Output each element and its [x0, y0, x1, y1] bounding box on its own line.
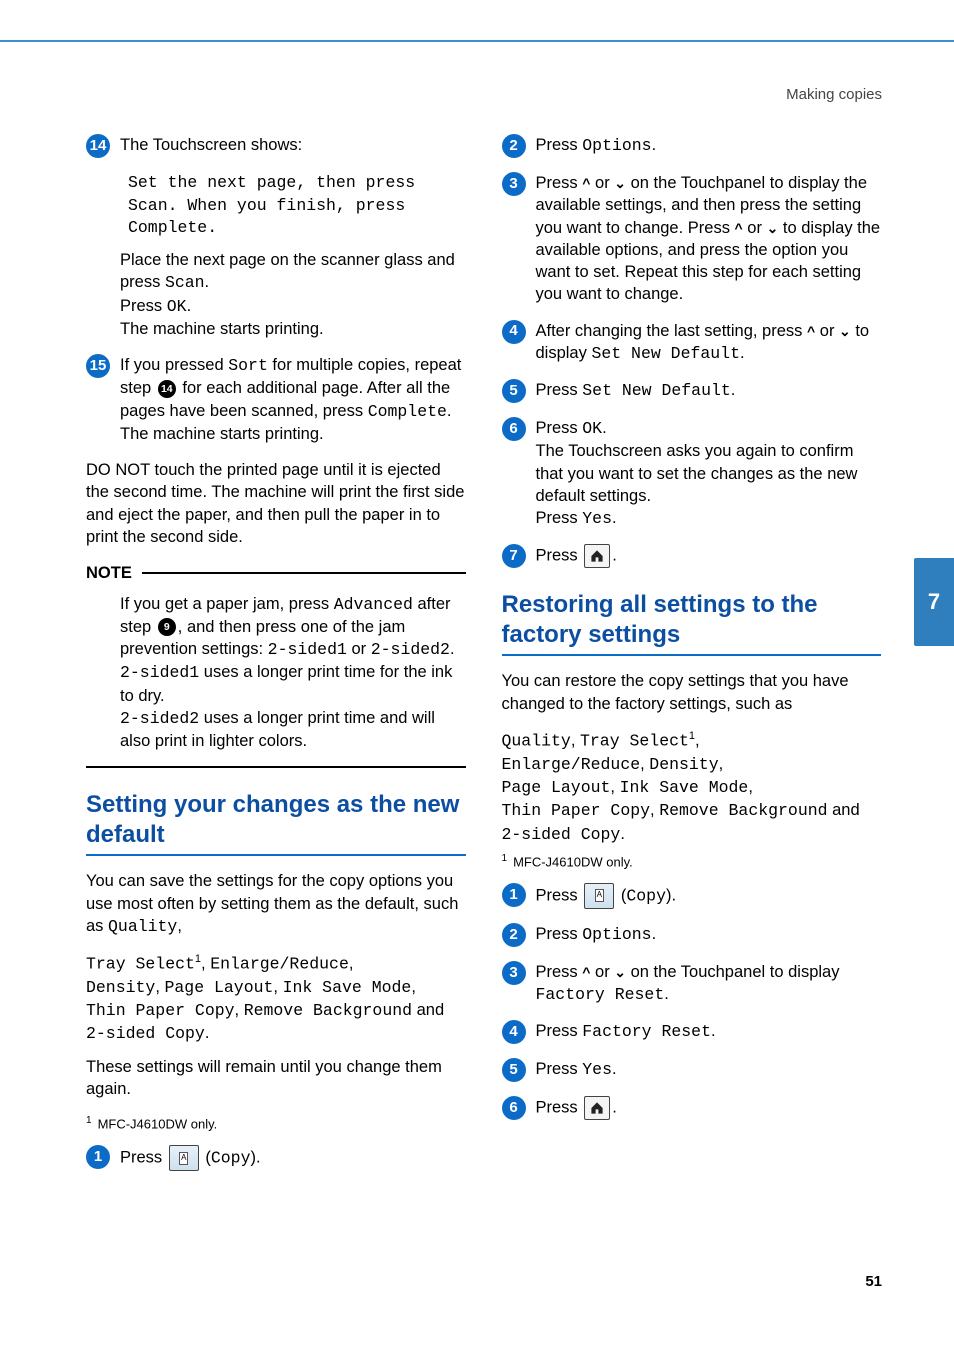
ref-badge-9: 9: [158, 618, 176, 636]
step-badge-5: 5: [502, 1058, 526, 1082]
chevron-down-icon: ⌄: [614, 964, 626, 980]
right-step-4: 4 After changing the last setting, press…: [502, 320, 882, 366]
step-badge-2: 2: [502, 134, 526, 158]
restoring-intro: You can restore the copy settings that y…: [502, 670, 882, 715]
note-body: If you get a paper jam, press Advanced a…: [120, 593, 466, 753]
step-badge-2: 2: [502, 923, 526, 947]
left-column: 14 The Touchscreen shows: Set the next p…: [86, 130, 466, 1185]
setting-default-options: Tray Select1, Enlarge/Reduce, Density, P…: [86, 952, 466, 1046]
restore-step-5: 5 Press Yes.: [502, 1058, 882, 1082]
home-icon: [584, 544, 610, 568]
step-badge-6: 6: [502, 417, 526, 441]
chevron-down-icon: ⌄: [614, 175, 626, 191]
step-badge-7: 7: [502, 544, 526, 568]
ref-badge-14: 14: [158, 380, 176, 398]
note-label: NOTE: [86, 562, 132, 584]
step14-p2: Press OK.: [120, 295, 466, 318]
note-rule: [142, 572, 466, 574]
restore-step-2: 2 Press Options.: [502, 923, 882, 947]
copy-icon: A: [584, 883, 614, 909]
restore-step-3: 3 Press ^ or ⌄ on the Touchpanel to disp…: [502, 961, 882, 1007]
home-icon: [584, 1096, 610, 1120]
chapter-tab: 7: [914, 558, 954, 646]
left-step-1: 1 Press A (Copy).: [86, 1145, 466, 1171]
right-step-6: 6 Press OK. The Touchscreen asks you aga…: [502, 417, 882, 530]
step15-p1: If you pressed Sort for multiple copies,…: [120, 354, 466, 423]
note-end-rule: [86, 766, 466, 768]
note-heading: NOTE: [86, 562, 466, 584]
restore-step-6: 6 Press .: [502, 1096, 882, 1120]
right-step-7: 7 Press .: [502, 544, 882, 568]
restoring-options: Quality, Tray Select1, Enlarge/Reduce, D…: [502, 729, 882, 846]
step-badge-5: 5: [502, 379, 526, 403]
chevron-down-icon: ⌄: [839, 323, 851, 339]
heading-restoring-factory: Restoring all settings to the factory se…: [502, 590, 882, 656]
step14-p1: Place the next page on the scanner glass…: [120, 249, 466, 295]
heading-setting-default: Setting your changes as the new default: [86, 790, 466, 856]
chevron-down-icon: ⌄: [767, 220, 779, 236]
page-number: 51: [865, 1272, 882, 1292]
step14-lead: The Touchscreen shows:: [120, 134, 466, 156]
step-badge-4: 4: [502, 1020, 526, 1044]
copy-icon: A: [169, 1145, 199, 1171]
right-step-2: 2 Press Options.: [502, 134, 882, 158]
touchscreen-message: Set the next page, then press Scan. When…: [128, 172, 466, 239]
step15-p2: The machine starts printing.: [120, 423, 466, 445]
step-badge-1: 1: [86, 1145, 110, 1169]
right-step-5: 5 Press Set New Default.: [502, 379, 882, 403]
chevron-up-icon: ^: [735, 220, 743, 236]
page-top-rule: [0, 40, 954, 42]
step-badge-3: 3: [502, 172, 526, 196]
breadcrumb: Making copies: [786, 85, 882, 105]
chevron-up-icon: ^: [807, 323, 815, 339]
footnote-1-left: 1MFC-J4610DW only.: [86, 1114, 466, 1133]
do-not-touch-paragraph: DO NOT touch the printed page until it i…: [86, 459, 466, 548]
step-badge-14: 14: [86, 134, 110, 158]
step-15: 15 If you pressed Sort for multiple copi…: [86, 354, 466, 445]
step-badge-3: 3: [502, 961, 526, 985]
step-badge-4: 4: [502, 320, 526, 344]
step-badge-15: 15: [86, 354, 110, 378]
footnote-1-right: 1MFC-J4610DW only.: [502, 852, 882, 871]
setting-default-intro: You can save the settings for the copy o…: [86, 870, 466, 938]
restore-step-1: 1 Press A (Copy).: [502, 883, 882, 909]
setting-default-remain: These settings will remain until you cha…: [86, 1056, 466, 1101]
step-14: 14 The Touchscreen shows: Set the next p…: [86, 134, 466, 340]
right-column: 2 Press Options. 3 Press ^ or ⌄ on the T…: [502, 130, 882, 1185]
restore-step-4: 4 Press Factory Reset.: [502, 1020, 882, 1044]
right-step-3: 3 Press ^ or ⌄ on the Touchpanel to disp…: [502, 172, 882, 306]
step14-p3: The machine starts printing.: [120, 318, 466, 340]
step-badge-1: 1: [502, 883, 526, 907]
step-badge-6: 6: [502, 1096, 526, 1120]
